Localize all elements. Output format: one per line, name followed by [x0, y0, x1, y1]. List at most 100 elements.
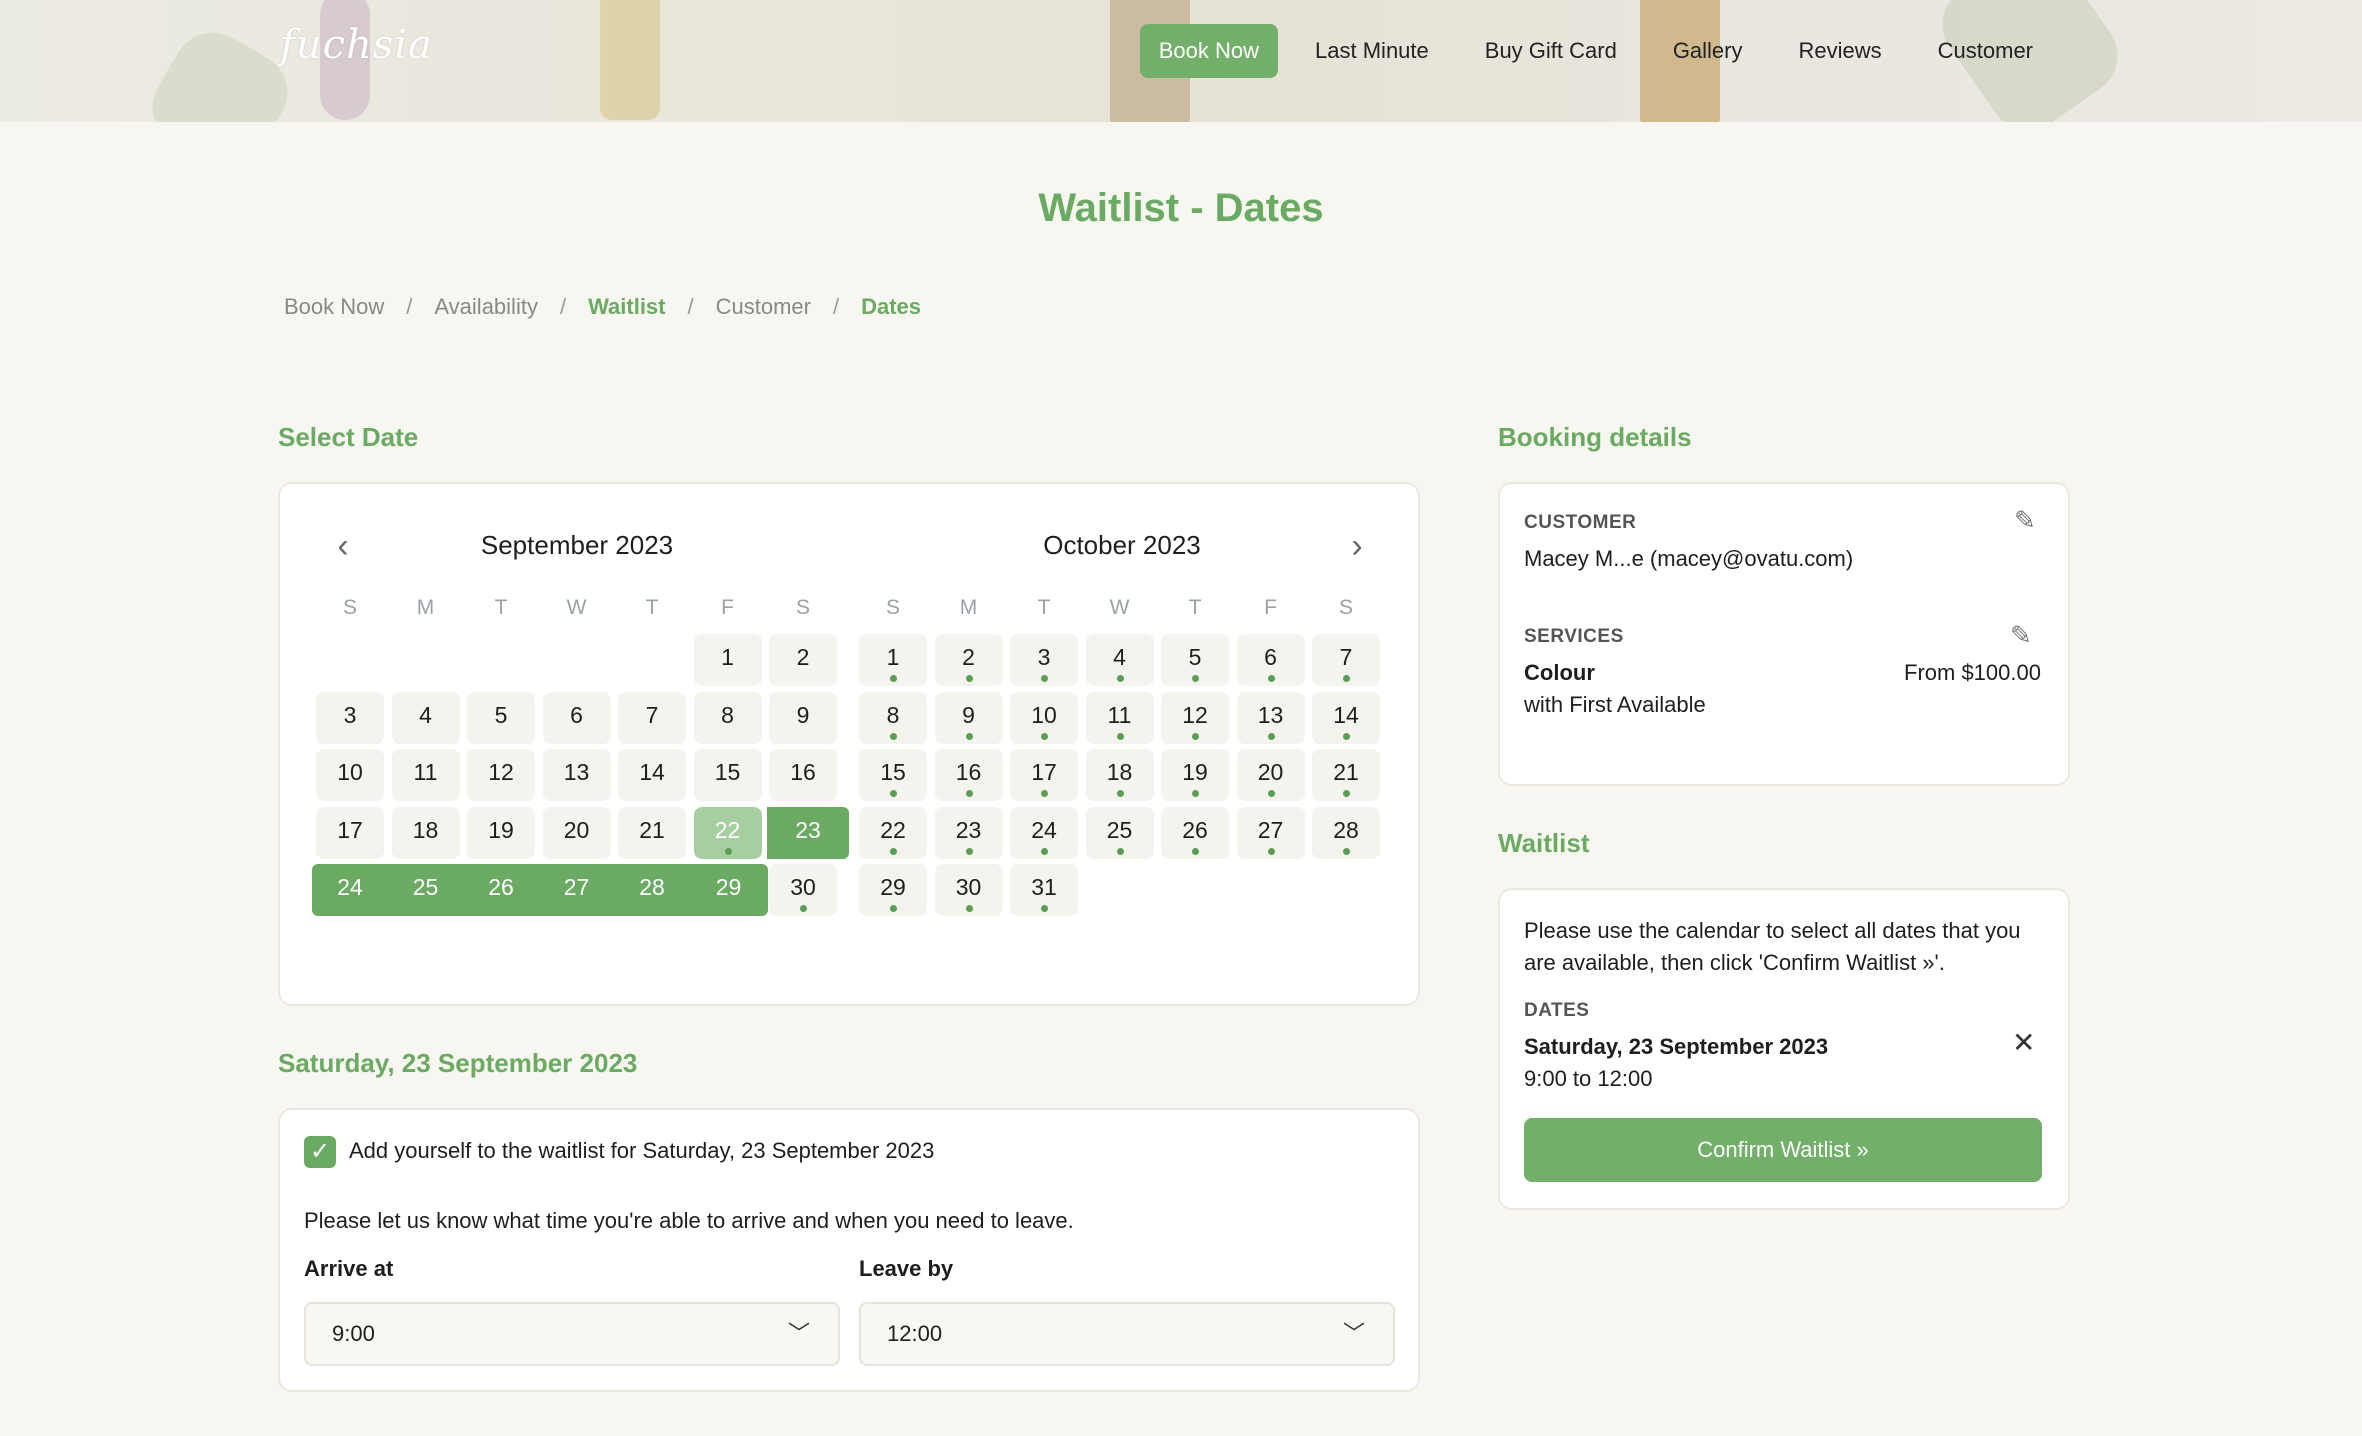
calendar-day-oct-5[interactable]: 5	[1161, 634, 1229, 686]
calendar-day-oct-14[interactable]: 14	[1312, 691, 1380, 744]
breadcrumb-waitlist[interactable]: Waitlist	[588, 294, 665, 320]
calendar-day-sep-16[interactable]: 16	[769, 749, 837, 801]
calendar-day-oct-3[interactable]: 3	[1010, 634, 1078, 686]
calendar-day-oct-12[interactable]: 12	[1161, 691, 1229, 744]
waitlist-checkbox-label: Add yourself to the waitlist for Saturda…	[349, 1138, 935, 1163]
calendar-day-oct-13[interactable]: 13	[1236, 691, 1305, 744]
calendar-day-sep-19[interactable]: 19	[467, 806, 535, 859]
calendar-day-number: 28	[639, 874, 665, 900]
calendar-day-oct-15[interactable]: 15	[859, 749, 927, 801]
calendar-day-oct-30[interactable]: 30	[934, 864, 1003, 916]
edit-services-pencil-icon[interactable]: ✎	[2010, 620, 2032, 651]
calendar-day-sep-22[interactable]: 22	[693, 806, 762, 859]
calendar-day-oct-2[interactable]: 2	[934, 634, 1003, 686]
waitlist-checkbox[interactable]: ✓	[304, 1136, 336, 1168]
calendar-day-sep-29[interactable]: 29	[689, 864, 768, 916]
calendar-day-number: 11	[1107, 701, 1132, 728]
leave-by-select[interactable]: 12:00 ﹀	[859, 1302, 1395, 1366]
calendar-day-number: 3	[343, 701, 357, 728]
calendar-day-oct-6[interactable]: 6	[1236, 634, 1305, 686]
calendar-day-oct-4[interactable]: 4	[1085, 634, 1154, 686]
calendar-day-sep-9[interactable]: 9	[769, 691, 837, 744]
breadcrumb-customer[interactable]: Customer	[716, 294, 811, 320]
breadcrumb: Book Now / Availability / Waitlist / Cus…	[284, 294, 943, 320]
arrive-at-select[interactable]: 9:00 ﹀	[304, 1302, 840, 1366]
calendar-day-number: 6	[570, 701, 583, 728]
calendar-day-sep-25[interactable]: 25	[387, 864, 464, 916]
nav-last-minute[interactable]: Last Minute	[1296, 24, 1448, 78]
brand-logo[interactable]: fuchsia	[280, 22, 433, 68]
calendar-day-oct-7[interactable]: 7	[1312, 634, 1380, 686]
calendar-day-sep-26[interactable]: 26	[463, 864, 539, 916]
weekday-header: T	[1037, 596, 1051, 619]
calendar-day-sep-2[interactable]: 2	[769, 634, 837, 686]
calendar-day-oct-9[interactable]: 9	[934, 691, 1003, 744]
calendar-day-oct-16[interactable]: 16	[934, 749, 1003, 801]
nav-book-now[interactable]: Book Now	[1139, 24, 1279, 78]
nav-reviews[interactable]: Reviews	[1780, 24, 1901, 78]
calendar-day-sep-20[interactable]: 20	[542, 806, 611, 859]
calendar-day-oct-29[interactable]: 29	[859, 864, 927, 916]
calendar-day-sep-28[interactable]: 28	[614, 864, 690, 916]
calendar-day-sep-11[interactable]: 11	[391, 749, 460, 801]
calendar-day-sep-6[interactable]: 6	[542, 691, 611, 744]
calendar-day-oct-8[interactable]: 8	[859, 691, 927, 744]
weekday-header: T	[645, 596, 659, 619]
calendar-day-oct-22[interactable]: 22	[859, 806, 927, 859]
calendar-day-oct-10[interactable]: 10	[1010, 691, 1078, 744]
calendar-day-oct-31[interactable]: 31	[1010, 864, 1078, 916]
calendar-day-oct-19[interactable]: 19	[1161, 749, 1229, 801]
calendar-day-sep-17[interactable]: 17	[316, 806, 384, 859]
calendar-day-oct-23[interactable]: 23	[934, 806, 1003, 859]
calendar-day-oct-17[interactable]: 17	[1010, 749, 1078, 801]
calendar-day-number: 29	[880, 874, 906, 900]
calendar-day-sep-14[interactable]: 14	[618, 749, 686, 801]
breadcrumb-availability[interactable]: Availability	[434, 294, 538, 320]
remove-date-close-icon[interactable]: ✕	[2012, 1026, 2035, 1059]
calendar-day-sep-8[interactable]: 8	[693, 691, 762, 744]
availability-dot	[1267, 847, 1275, 855]
nav-gallery[interactable]: Gallery	[1654, 24, 1762, 78]
calendar-day-oct-27[interactable]: 27	[1236, 806, 1305, 859]
calendar-day-oct-25[interactable]: 25	[1085, 806, 1154, 859]
calendar-day-sep-10[interactable]: 10	[316, 749, 384, 801]
calendar-day-oct-26[interactable]: 26	[1161, 806, 1229, 859]
calendar-day-oct-20[interactable]: 20	[1236, 749, 1305, 801]
availability-dot	[1041, 732, 1048, 740]
weekday-header: M	[959, 596, 978, 619]
calendar-day-sep-12[interactable]: 12	[467, 749, 535, 801]
calendar-day-sep-30[interactable]: 30	[769, 864, 837, 916]
calendar-day-number: 8	[886, 701, 900, 728]
calendar-day-sep-27[interactable]: 27	[538, 864, 615, 916]
confirm-waitlist-button[interactable]: Confirm Waitlist »	[1524, 1118, 2042, 1182]
availability-dot	[1343, 790, 1350, 797]
calendar-day-sep-7[interactable]: 7	[618, 691, 686, 744]
leave-by-value: 12:00	[887, 1321, 943, 1346]
weekday-header: F	[721, 596, 734, 619]
calendar-day-sep-4[interactable]: 4	[391, 691, 460, 744]
calendar-day-sep-18[interactable]: 18	[391, 806, 460, 859]
chevron-left-icon[interactable]: ‹	[328, 528, 358, 564]
calendar-day-sep-3[interactable]: 3	[316, 691, 384, 744]
chevron-right-icon[interactable]: ›	[1342, 528, 1372, 564]
calendar-day-oct-21[interactable]: 21	[1312, 749, 1380, 801]
calendar-day-oct-1[interactable]: 1	[859, 634, 927, 686]
calendar-day-sep-5[interactable]: 5	[467, 691, 535, 744]
calendar-day-number: 5	[494, 701, 508, 728]
breadcrumb-book-now[interactable]: Book Now	[284, 294, 384, 320]
calendar-day-sep-13[interactable]: 13	[542, 749, 611, 801]
nav-customer[interactable]: Customer	[1919, 24, 2052, 78]
calendar-day-sep-15[interactable]: 15	[693, 749, 762, 801]
edit-customer-pencil-icon[interactable]: ✎	[2014, 505, 2036, 536]
calendar-day-sep-21[interactable]: 21	[618, 806, 686, 859]
calendar-day-sep-24[interactable]: 24	[312, 864, 388, 916]
calendar-day-oct-24[interactable]: 24	[1010, 806, 1078, 859]
availability-dot	[1267, 675, 1275, 682]
calendar-day-number: 2	[962, 644, 975, 670]
calendar-day-sep-23[interactable]: 23	[767, 806, 849, 859]
calendar-day-oct-18[interactable]: 18	[1085, 749, 1154, 801]
calendar-day-oct-28[interactable]: 28	[1312, 806, 1380, 859]
nav-buy-gift-card[interactable]: Buy Gift Card	[1466, 24, 1636, 78]
calendar-day-oct-11[interactable]: 11	[1085, 691, 1154, 744]
calendar-day-sep-1[interactable]: 1	[693, 634, 762, 686]
